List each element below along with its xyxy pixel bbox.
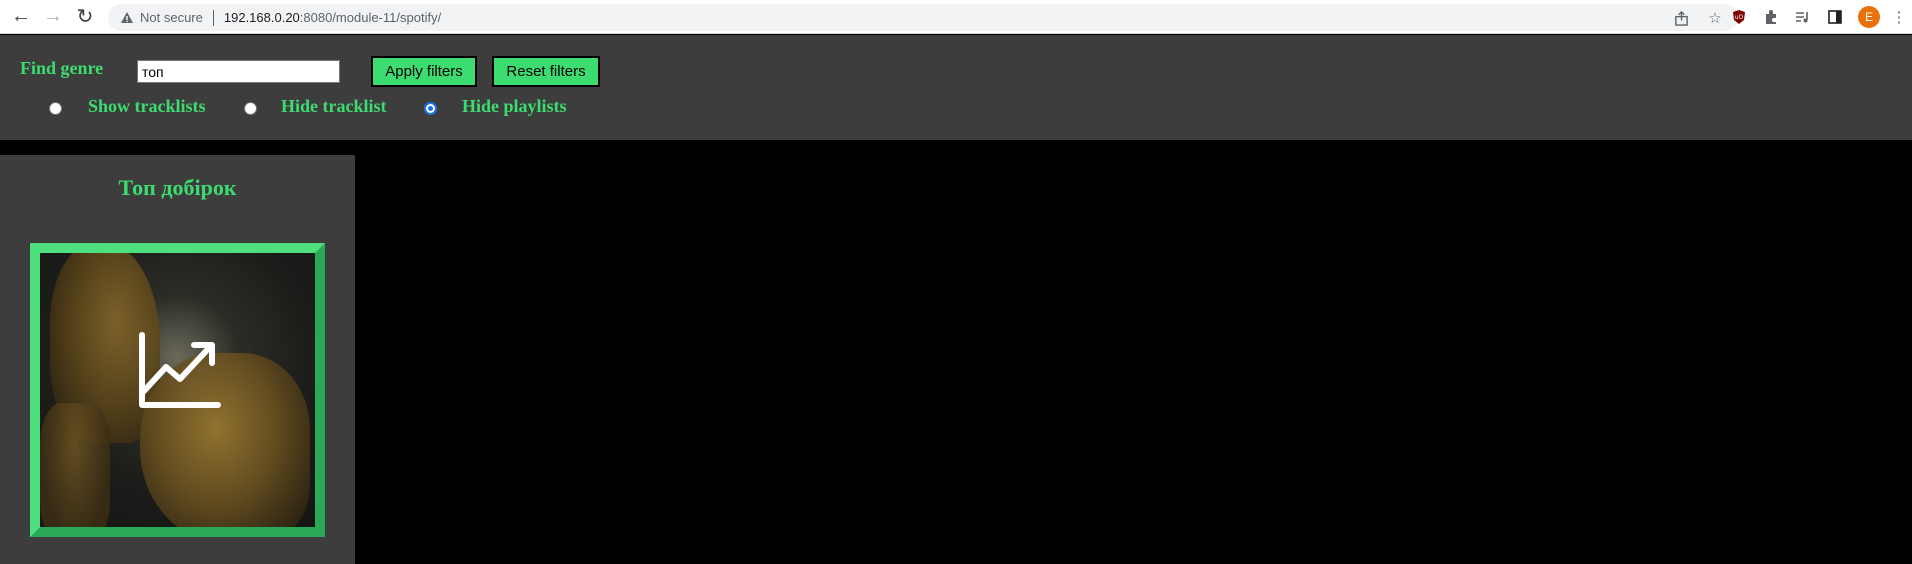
trending-up-icon bbox=[139, 332, 221, 408]
genre-search-input[interactable] bbox=[137, 60, 340, 83]
show-tracklists-radio[interactable] bbox=[49, 102, 62, 115]
reset-filters-button[interactable]: Reset filters bbox=[492, 56, 600, 87]
find-genre-label: Find genre bbox=[20, 58, 104, 78]
boxing-glove-shape bbox=[40, 403, 110, 527]
warning-triangle-icon bbox=[120, 11, 134, 25]
url-host: 192.168.0.20 bbox=[223, 10, 300, 25]
hide-tracklist-radio[interactable] bbox=[244, 102, 257, 115]
side-panel-icon[interactable] bbox=[1826, 8, 1844, 26]
extensions-puzzle-icon[interactable] bbox=[1762, 8, 1780, 26]
playlist-cover-image[interactable] bbox=[30, 243, 325, 537]
playlist-card[interactable]: Топ добірок bbox=[0, 155, 355, 564]
url-path: :8080/module-11/spotify/ bbox=[299, 10, 442, 25]
media-queue-icon[interactable] bbox=[1794, 8, 1812, 26]
hide-tracklist-label[interactable]: Hide tracklist bbox=[281, 96, 387, 117]
reload-icon[interactable]: ↻ bbox=[70, 2, 100, 32]
apply-filters-button[interactable]: Apply filters bbox=[371, 56, 477, 87]
filter-panel: Find genre Apply filters Reset filters S… bbox=[0, 35, 1912, 140]
hide-playlists-label[interactable]: Hide playlists bbox=[462, 96, 567, 117]
svg-text:uO: uO bbox=[1735, 14, 1744, 21]
profile-avatar[interactable]: E bbox=[1858, 6, 1880, 28]
back-arrow-icon[interactable]: ← bbox=[6, 2, 36, 32]
omnibox-divider bbox=[212, 9, 214, 26]
share-icon[interactable] bbox=[1672, 9, 1690, 27]
hide-playlists-radio[interactable] bbox=[424, 102, 437, 115]
kebab-menu-icon[interactable]: ⋮ bbox=[1892, 8, 1907, 26]
browser-toolbar: ← → ↻ Not secure 192.168.0.20:8080/modul… bbox=[0, 0, 1912, 34]
address-bar[interactable]: Not secure 192.168.0.20:8080/module-11/s… bbox=[108, 4, 1738, 31]
playlist-title: Топ добірок bbox=[118, 175, 237, 200]
security-status[interactable]: Not secure bbox=[140, 10, 203, 25]
star-bookmark-icon[interactable]: ☆ bbox=[1706, 9, 1724, 27]
show-tracklists-label[interactable]: Show tracklists bbox=[88, 96, 206, 117]
forward-arrow-icon[interactable]: → bbox=[38, 2, 68, 32]
ublock-extension-icon[interactable]: uO bbox=[1730, 8, 1748, 26]
